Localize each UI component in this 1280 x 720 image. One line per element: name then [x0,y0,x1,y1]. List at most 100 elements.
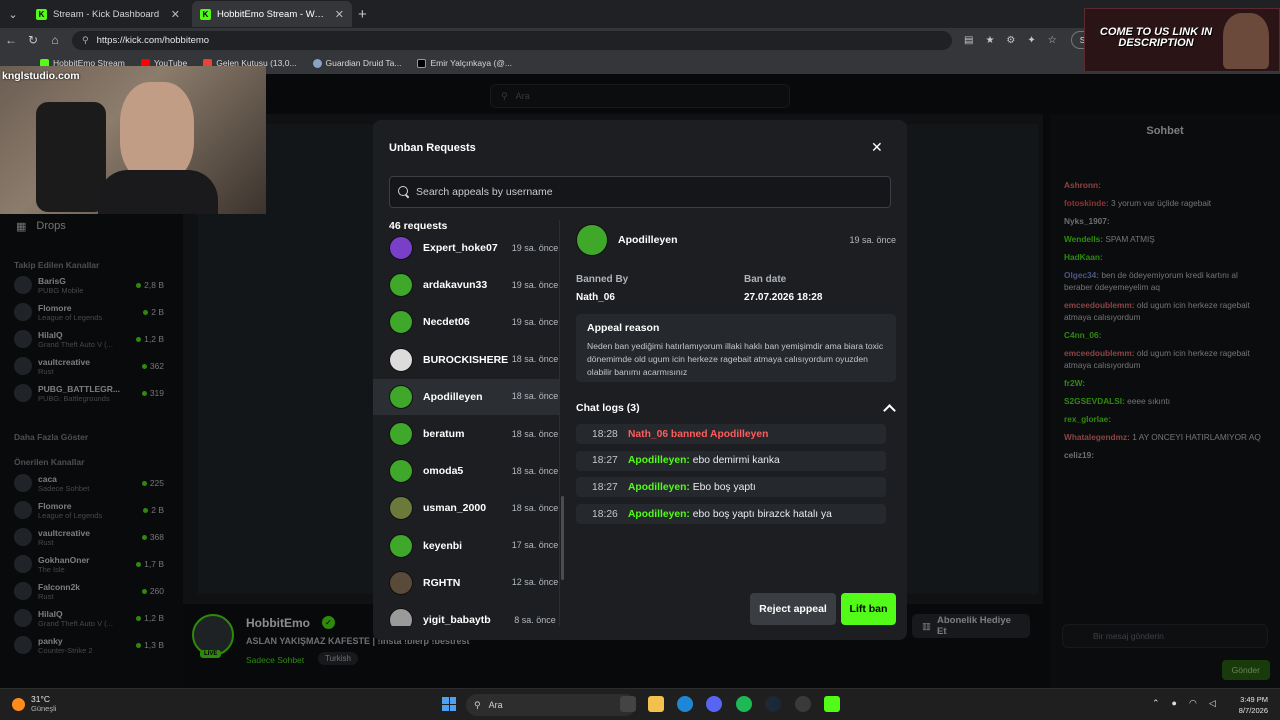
chevron-up-icon[interactable] [884,403,894,413]
request-item[interactable]: usman_2000 18 sa. önce [373,490,559,526]
request-item[interactable]: yigit_babaytb 8 sa. önce [373,602,559,626]
request-username: RGHTN [423,576,461,589]
weather-widget[interactable]: 31°C Güneşli [12,694,56,714]
request-username: omoda5 [423,465,464,478]
avatar [389,236,413,260]
wifi-icon[interactable]: ◠ [1189,698,1197,709]
request-username: Apodilleyen [423,390,483,403]
toolbar-icons: ▤ ★ ⚙ ✦ ☆ [964,35,1057,46]
request-time: 18 sa. önce [511,391,559,402]
request-time: 19 sa. önce [511,279,559,290]
search-icon [398,186,410,198]
reject-appeal-button[interactable]: Reject appeal [750,593,836,625]
banned-by-label: Banned By [576,274,629,285]
request-username: keyenbi [423,539,463,552]
clock[interactable]: 3:49 PM 8/7/2026 [1228,694,1268,716]
new-tab-button[interactable]: + [358,6,367,23]
reload-icon[interactable]: ↻ [22,33,44,47]
request-time: 18 sa. önce [511,465,559,476]
request-item[interactable]: omoda5 18 sa. önce [373,453,559,489]
log-ban-event: Nath_06 banned Apodilleyen [628,428,769,440]
chat-log-row: 18:26 Apodilleyen: ebo boş yaptı birazck h… [576,504,886,525]
appeal-reason-text: Neden ban yediğimi hatırlamıyorum illaki… [587,341,884,377]
close-icon[interactable]: ✕ [335,8,344,21]
extension-icon[interactable]: ⚙ [1006,35,1015,46]
request-item[interactable]: keyenbi 17 sa. önce [373,528,559,564]
close-icon[interactable]: ✕ [171,8,180,21]
webcam-person [120,82,194,182]
unban-requests-modal: Unban Requests ✕ 46 requests Expert_hoke… [373,120,907,640]
tab-dashboard[interactable]: K Stream - Kick Dashboard ✕ [28,1,188,27]
obs-icon[interactable] [795,696,811,712]
log-message: ebo boş yaptı birazck hatalı ya [692,508,832,520]
appeal-search-input[interactable] [416,186,876,198]
promo-text: COME TO US LINK IN DESCRIPTION [1099,26,1213,49]
spotify-icon[interactable] [736,696,752,712]
banned-by-value: Nath_06 [576,292,615,303]
promo-person-image [1223,13,1269,69]
puzzle-icon[interactable]: ✦ [1027,35,1035,46]
request-list: Expert_hoke07 19 sa. önce ardakavun33 19 sa… [373,234,559,626]
close-icon[interactable]: ✕ [871,139,883,156]
taskbar-search[interactable]: ⚲ Ara [466,694,636,716]
request-item[interactable]: Necdet06 19 sa. önce [373,304,559,340]
modal-title: Unban Requests [389,142,476,154]
webcam-overlay [0,66,266,214]
request-username: usman_2000 [423,502,487,515]
tab-search-button[interactable]: ⌄ [2,3,24,25]
request-item[interactable]: beratum 18 sa. önce [373,416,559,452]
bookmark-item[interactable]: Emir Yalçınkaya (@... [417,58,512,68]
url-field[interactable]: ⚲ https://kick.com/hobbitemo [72,30,952,50]
windows-start-icon[interactable] [442,697,456,711]
log-username: Apodilleyen: [628,455,690,467]
chat-logs-toggle[interactable]: Chat logs (3) [576,400,896,416]
volume-icon[interactable]: ◁ [1209,698,1216,709]
request-list-scrollbar[interactable] [561,496,564,580]
log-username: Apodilleyen: [628,508,690,520]
reader-icon[interactable]: ▤ [964,35,973,46]
edge-icon[interactable] [677,696,693,712]
home-icon[interactable]: ⌂ [44,33,66,47]
task-view-icon[interactable] [620,696,636,712]
tab-stream[interactable]: K HobbitEmo Stream - Watch Live on Kick … [192,1,352,27]
lift-ban-button[interactable]: Lift ban [841,593,896,625]
avatar [389,273,413,298]
steam-icon[interactable] [765,696,781,712]
request-username: Expert_hoke07 [423,242,498,254]
tab-label: Stream - Kick Dashboard [53,8,160,20]
back-arrow-icon[interactable]: ← [0,33,22,47]
request-item[interactable]: RGHTN 12 sa. önce [373,565,559,601]
star-icon[interactable]: ★ [985,35,994,46]
bookmark-item[interactable]: Guardian Druid Ta... [312,58,401,68]
globe-icon [312,58,322,68]
kick-app-icon[interactable] [824,696,840,712]
request-time: 12 sa. önce [511,577,559,588]
appeal-time: 19 sa. önce [849,235,896,245]
request-item[interactable]: BUROCKISHERE 18 sa. önce [373,342,559,378]
microphone-icon[interactable]: ● [1172,698,1177,709]
log-time: 18:26 [592,508,618,520]
file-explorer-icon[interactable] [648,696,664,712]
avatar [389,570,413,595]
system-tray: ⌃ ● ◠ ◁ [1152,698,1216,709]
request-time: 19 sa. önce [511,242,559,253]
discord-icon[interactable] [706,696,722,712]
request-item[interactable]: Expert_hoke07 19 sa. önce [373,234,559,266]
avatar [389,608,413,626]
request-time: 17 sa. önce [511,540,559,551]
request-time: 8 sa. önce [514,614,556,625]
kick-favicon-icon: K [36,8,47,20]
request-username: Necdet06 [423,316,470,329]
request-item[interactable]: ardakavun33 19 sa. önce [373,267,559,303]
site-info-icon[interactable]: ⚲ [82,35,89,46]
request-item[interactable]: Apodilleyen 18 sa. önce [373,378,559,415]
appeal-search-field[interactable] [389,176,891,208]
weather-desc: Güneşli [31,704,57,713]
favorites-icon[interactable]: ☆ [1048,35,1057,46]
chevron-up-icon[interactable]: ⌃ [1152,698,1160,709]
log-message: ebo demirmi kanka [692,455,780,467]
sun-icon [12,697,25,711]
x-icon [417,58,427,68]
request-count: 46 requests [389,220,448,232]
avatar [389,533,413,558]
